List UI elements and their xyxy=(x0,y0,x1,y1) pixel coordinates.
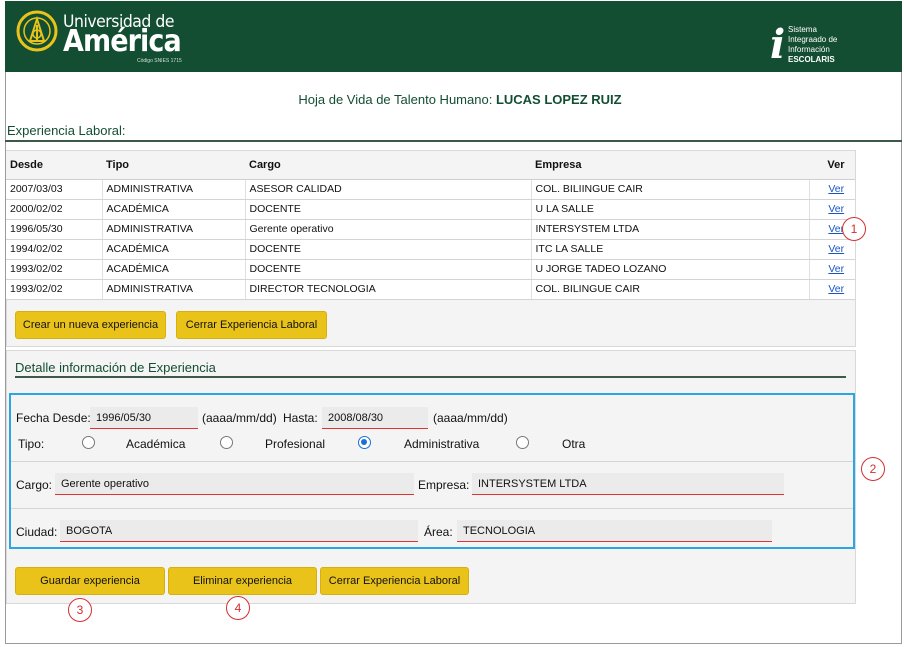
cell-desde: 1996/05/30 xyxy=(6,219,103,240)
table-row: 1993/02/02 ADMINISTRATIVA DIRECTOR TECNO… xyxy=(6,279,855,300)
radio-academica[interactable] xyxy=(82,436,95,449)
form-row-divider xyxy=(11,461,853,462)
annotation-marker-3: 3 xyxy=(68,598,92,622)
cell-cargo: ASESOR CALIDAD xyxy=(245,179,532,200)
view-link[interactable]: Ver xyxy=(828,183,844,195)
annotation-marker-4: 4 xyxy=(226,596,250,620)
cell-desde: 2000/02/02 xyxy=(6,199,103,220)
table-row: 1993/02/02 ACADÉMICA DOCENTE U JORGE TAD… xyxy=(6,259,855,280)
cell-empresa: U LA SALLE xyxy=(531,199,810,220)
system-line2: Integraado de xyxy=(788,35,838,44)
cell-ver: Ver xyxy=(809,259,855,280)
table-header-row: Desde Tipo Cargo Empresa Ver xyxy=(6,151,855,180)
view-link[interactable]: Ver xyxy=(828,263,844,275)
table-row: 1996/05/30 ADMINISTRATIVA Gerente operat… xyxy=(6,219,855,240)
university-seal-icon xyxy=(16,10,58,52)
radio-label-administrativa: Administrativa xyxy=(404,437,480,451)
view-link[interactable]: Ver xyxy=(828,203,844,215)
page-title-prefix: Hoja de Vida de Talento Humano: xyxy=(298,92,493,107)
empresa-label: Empresa: xyxy=(418,478,470,492)
area-field[interactable] xyxy=(457,520,772,542)
col-header-empresa: Empresa xyxy=(531,151,809,180)
cell-cargo: Gerente operativo xyxy=(245,219,532,240)
cell-tipo: ADMINISTRATIVA xyxy=(102,279,246,300)
cell-cargo: DOCENTE xyxy=(245,239,532,260)
hasta-label: Hasta: xyxy=(283,411,318,425)
save-experience-button[interactable]: Guardar experiencia xyxy=(15,567,165,595)
detail-divider xyxy=(15,376,846,378)
cargo-label: Cargo: xyxy=(16,478,53,492)
brand-code: Código SNIES 1715 xyxy=(137,58,182,64)
table-row: 2000/02/02 ACADÉMICA DOCENTE U LA SALLE … xyxy=(6,199,855,220)
cell-ver: Ver xyxy=(809,179,855,200)
cell-tipo: ADMINISTRATIVA xyxy=(102,219,246,240)
cell-cargo: DOCENTE xyxy=(245,199,532,220)
hasta-field[interactable] xyxy=(322,407,428,429)
cell-tipo: ACADÉMICA xyxy=(102,239,246,260)
cell-ver: Ver xyxy=(809,239,855,260)
annotation-marker-1: 1 xyxy=(842,217,866,241)
cell-desde: 2007/03/03 xyxy=(6,179,103,200)
radio-label-academica: Académica xyxy=(126,437,186,451)
cell-ver: Ver xyxy=(809,279,855,300)
cell-empresa: COL. BILINGUE CAIR xyxy=(531,279,810,300)
radio-profesional[interactable] xyxy=(220,436,233,449)
view-link[interactable]: Ver xyxy=(828,243,844,255)
cell-desde: 1993/02/02 xyxy=(6,279,103,300)
cell-empresa: INTERSYSTEM LTDA xyxy=(531,219,810,240)
radio-label-profesional: Profesional xyxy=(265,437,326,451)
cargo-field[interactable] xyxy=(55,473,414,495)
app-header: Universidad de América Código SNIES 1715… xyxy=(5,1,902,72)
cell-cargo: DOCENTE xyxy=(245,259,532,280)
col-header-tipo: Tipo xyxy=(102,151,245,180)
system-line1: Sistema xyxy=(788,25,817,34)
delete-experience-button[interactable]: Eliminar experiencia xyxy=(168,567,317,595)
new-experience-button[interactable]: Crear un nueva experiencia xyxy=(15,311,166,339)
fecha-desde-field[interactable] xyxy=(90,407,198,429)
annotation-marker-2: 2 xyxy=(861,457,885,481)
col-header-desde: Desde xyxy=(6,151,102,180)
col-header-ver: Ver xyxy=(809,151,855,180)
cell-tipo: ACADÉMICA xyxy=(102,199,246,220)
ciudad-label: Ciudad: xyxy=(16,525,58,539)
cell-cargo: DIRECTOR TECNOLOGIA xyxy=(245,279,532,300)
table-body: 2007/03/03 ADMINISTRATIVA ASESOR CALIDAD… xyxy=(6,179,855,300)
cell-desde: 1993/02/02 xyxy=(6,259,103,280)
page-title: Hoja de Vida de Talento Humano: LUCAS LO… xyxy=(0,92,904,107)
experience-table: Desde Tipo Cargo Empresa Ver 2007/03/03 … xyxy=(6,151,855,300)
section-divider xyxy=(5,140,902,142)
col-header-cargo: Cargo xyxy=(245,151,531,180)
cell-desde: 1994/02/02 xyxy=(6,239,103,260)
section-title: Experiencia Laboral: xyxy=(7,123,126,138)
radio-administrativa[interactable] xyxy=(358,436,371,449)
radio-label-otra: Otra xyxy=(562,437,586,451)
cell-tipo: ADMINISTRATIVA xyxy=(102,179,246,200)
system-line4: ESCOLARIS xyxy=(788,55,835,64)
view-link[interactable]: Ver xyxy=(828,283,844,295)
close-experience-button-bottom[interactable]: Cerrar Experiencia Laboral xyxy=(320,567,469,595)
cell-empresa: ITC LA SALLE xyxy=(531,239,810,260)
ciudad-field[interactable] xyxy=(60,520,418,542)
format-hint: (aaaa/mm/dd) xyxy=(202,411,277,425)
fecha-desde-label: Fecha Desde: xyxy=(16,411,91,425)
table-row: 2007/03/03 ADMINISTRATIVA ASESOR CALIDAD… xyxy=(6,179,855,200)
system-name: Sistema Integraado de Información ESCOLA… xyxy=(788,25,837,65)
form-row-divider xyxy=(11,508,853,509)
cell-ver: Ver xyxy=(809,199,855,220)
format-hint: (aaaa/mm/dd) xyxy=(433,411,508,425)
info-i-icon: i xyxy=(770,21,786,68)
close-experience-button[interactable]: Cerrar Experiencia Laboral xyxy=(176,311,327,339)
radio-otra[interactable] xyxy=(516,436,529,449)
cell-tipo: ACADÉMICA xyxy=(102,259,246,280)
system-line3: Información xyxy=(788,45,830,54)
detail-title: Detalle información de Experiencia xyxy=(15,360,216,375)
table-row: 1994/02/02 ACADÉMICA DOCENTE ITC LA SALL… xyxy=(6,239,855,260)
empresa-field[interactable] xyxy=(472,473,784,495)
tipo-label: Tipo: xyxy=(18,437,45,451)
person-name: LUCAS LOPEZ RUIZ xyxy=(495,92,622,107)
cell-empresa: U JORGE TADEO LOZANO xyxy=(531,259,810,280)
cell-empresa: COL. BILIINGUE CAIR xyxy=(531,179,810,200)
area-label: Área: xyxy=(424,525,453,539)
brand-line2: América xyxy=(63,24,182,59)
